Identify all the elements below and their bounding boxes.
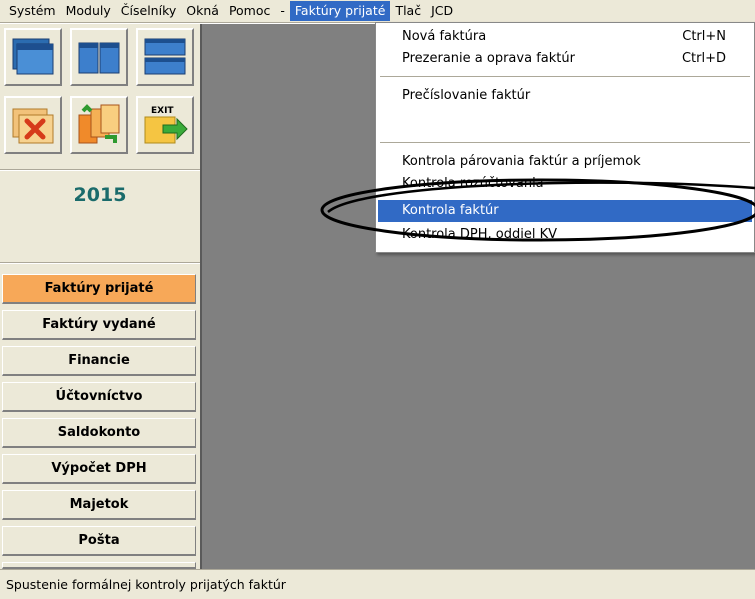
window-cascade-icon	[12, 38, 54, 75]
menuitem-label: Prezeranie a oprava faktúr	[402, 51, 575, 66]
menu-bar: Systém Moduly Číselníky Okná Pomoc - Fak…	[0, 0, 755, 22]
menuitem-label: Kontrola DPH, oddiel KV	[402, 227, 558, 242]
faktury-prijate-dropdown: Nová faktúra Ctrl+N Prezeranie a oprava …	[375, 22, 755, 253]
menu-moduly[interactable]: Moduly	[61, 1, 116, 21]
nav-uctovnictvo[interactable]: Účtovníctvo	[2, 382, 196, 412]
menu-ciselniky[interactable]: Číselníky	[116, 1, 181, 21]
nav-faktury-vydane[interactable]: Faktúry vydané	[2, 310, 196, 340]
window-tile-horizontal-icon	[144, 38, 186, 75]
menuitem-nova-faktura[interactable]: Nová faktúra Ctrl+N	[378, 26, 752, 48]
menuitem-kontrola-faktur[interactable]: Kontrola faktúr	[378, 200, 752, 222]
window-tile-horizontal-button[interactable]	[136, 28, 194, 86]
exit-icon: EXIT	[144, 106, 188, 144]
close-windows-button[interactable]	[4, 96, 62, 154]
exit-button[interactable]: EXIT	[136, 96, 194, 154]
menuitem-shortcut: Ctrl+D	[681, 51, 726, 66]
menuitem-label: Nová faktúra	[402, 29, 487, 44]
menu-dash[interactable]: -	[275, 1, 290, 21]
nav-saldokonto[interactable]: Saldokonto	[2, 418, 196, 448]
panel-divider	[0, 169, 200, 171]
window-tile-vertical-button[interactable]	[70, 28, 128, 86]
year-label: 2015	[73, 184, 127, 206]
menu-separator	[380, 142, 750, 143]
menu-tlac[interactable]: Tlač	[390, 1, 426, 21]
refresh-windows-button[interactable]	[70, 96, 128, 154]
status-text: Spustenie formálnej kontroly prijatých f…	[6, 577, 286, 592]
nav-financie[interactable]: Financie	[2, 346, 196, 376]
menu-pomoc[interactable]: Pomoc	[224, 1, 275, 21]
menuitem-label: Kontrola rozúčtovania	[402, 176, 544, 191]
menuitem-prezeranie-oprava[interactable]: Prezeranie a oprava faktúr Ctrl+D	[378, 48, 752, 70]
menuitem-shortcut: Ctrl+N	[682, 29, 726, 44]
nav-majetok[interactable]: Majetok	[2, 490, 196, 520]
menuitem-kontrola-dph-kv[interactable]: Kontrola DPH, oddiel KV	[378, 224, 752, 246]
status-bar: Spustenie formálnej kontroly prijatých f…	[0, 569, 755, 599]
close-windows-icon	[12, 108, 54, 144]
nav-vypocet-dph[interactable]: Výpočet DPH	[2, 454, 196, 484]
refresh-windows-icon	[78, 104, 120, 144]
menu-system[interactable]: Systém	[4, 1, 61, 21]
nav-faktury-prijate[interactable]: Faktúry prijaté	[2, 274, 196, 304]
menuitem-label: Kontrola párovania faktúr a príjemok	[402, 154, 641, 169]
nav-posta[interactable]: Pošta	[2, 526, 196, 556]
exit-label: EXIT	[151, 106, 174, 116]
menuitem-preciselovanie[interactable]: Prečíslovanie faktúr	[378, 85, 752, 107]
menuitem-label: Kontrola faktúr	[402, 203, 499, 218]
menu-okna[interactable]: Okná	[181, 1, 224, 21]
panel-divider	[0, 262, 200, 264]
menu-separator	[380, 76, 750, 77]
left-panel: EXIT 2015 Faktúry prijaté Faktúry vydané…	[0, 24, 200, 569]
window-cascade-button[interactable]	[4, 28, 62, 86]
menu-faktury-prijate[interactable]: Faktúry prijaté	[289, 1, 391, 21]
menuitem-label: Prečíslovanie faktúr	[402, 88, 531, 103]
menuitem-kontrola-rozuctovania[interactable]: Kontrola rozúčtovania	[378, 173, 752, 195]
menuitem-kontrola-parovania[interactable]: Kontrola párovania faktúr a príjemok	[378, 151, 752, 173]
nav-more-partial[interactable]	[2, 562, 196, 569]
menu-jcd[interactable]: JCD	[426, 1, 458, 21]
window-tile-vertical-icon	[78, 42, 120, 74]
